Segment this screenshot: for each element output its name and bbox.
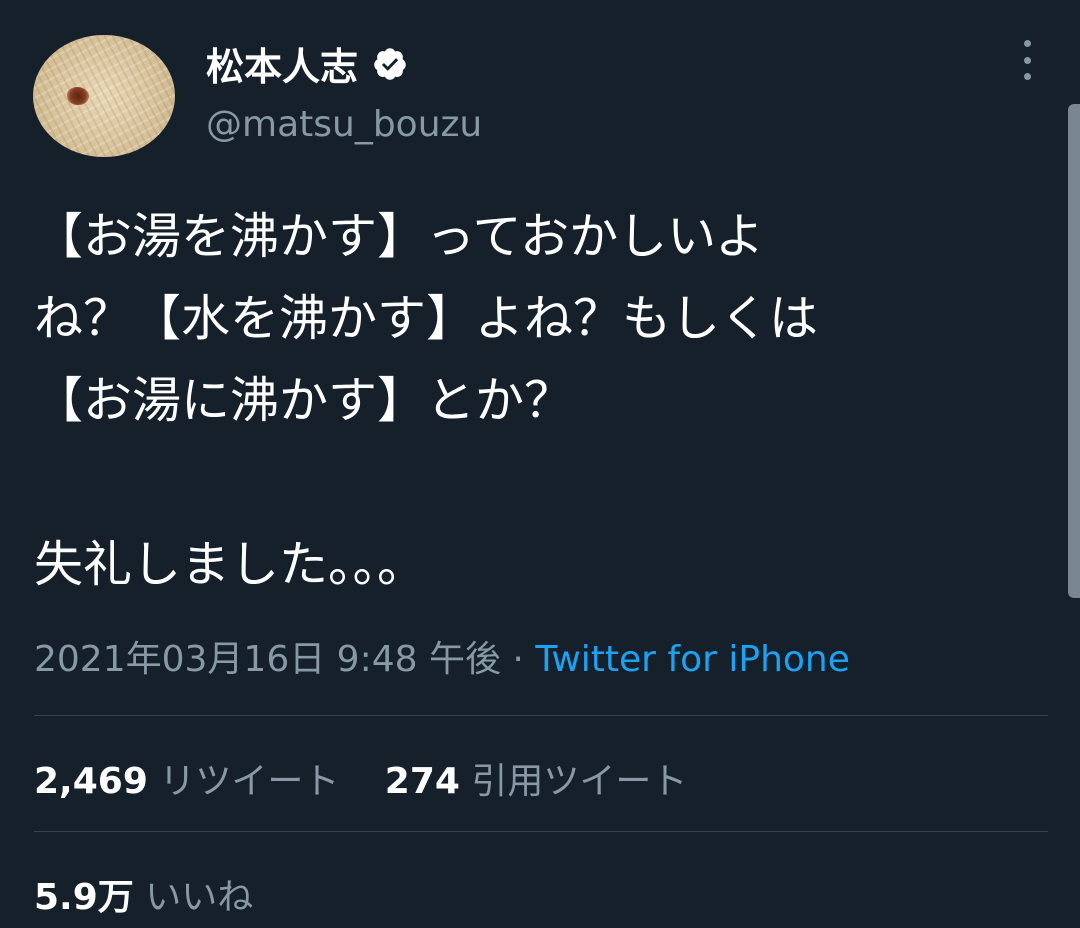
- likes-stats-row: 5.9万 いいね: [34, 868, 287, 920]
- tweet-timestamp[interactable]: 2021年03月16日 9:48 午後: [34, 639, 501, 680]
- quotes-count: 274: [384, 761, 460, 802]
- meta-separator: ·: [500, 639, 536, 680]
- retweets-count: 2,469: [34, 761, 148, 802]
- avatar[interactable]: [33, 35, 175, 157]
- divider: [34, 831, 1048, 832]
- tweet-text: 【お湯を沸かす】っておかしいよ ね？【水を沸かす】よね？もしくは 【お湯に沸かす…: [34, 208, 819, 593]
- quotes-label: 引用ツイート: [471, 761, 688, 802]
- tweet-source-link[interactable]: Twitter for iPhone: [535, 639, 850, 680]
- quotes-stat[interactable]: 274 引用ツイート: [385, 752, 688, 804]
- likes-stat[interactable]: 5.9万 いいね: [34, 868, 253, 920]
- engagement-stats-row: 2,469 リツイート 274 引用ツイート: [34, 752, 721, 804]
- tweet-detail: 松本人志 @matsu_bouzu 【お湯を沸かす】っておかしいよ ね？【水を沸…: [0, 0, 1080, 928]
- more-dot: [1023, 40, 1031, 47]
- avatar-texture: [33, 35, 175, 157]
- display-name-row[interactable]: 松本人志: [206, 36, 408, 91]
- likes-count: 5.9万: [34, 877, 134, 918]
- verified-badge-icon: [374, 47, 406, 80]
- more-dot: [1023, 56, 1031, 64]
- retweets-label: リツイート: [159, 761, 340, 802]
- more-dot: [1023, 73, 1031, 80]
- retweets-stat[interactable]: 2,469 リツイート: [34, 752, 339, 804]
- avatar-spot: [67, 87, 89, 105]
- divider: [34, 715, 1048, 716]
- scrollbar[interactable]: [1068, 104, 1080, 598]
- likes-label: いいね: [145, 877, 254, 918]
- tweet-meta: 2021年03月16日 9:48 午後 · Twitter for iPhone: [34, 630, 850, 682]
- more-options-icon[interactable]: [1014, 40, 1040, 80]
- display-name[interactable]: 松本人志: [206, 36, 358, 91]
- user-handle[interactable]: @matsu_bouzu: [206, 104, 482, 145]
